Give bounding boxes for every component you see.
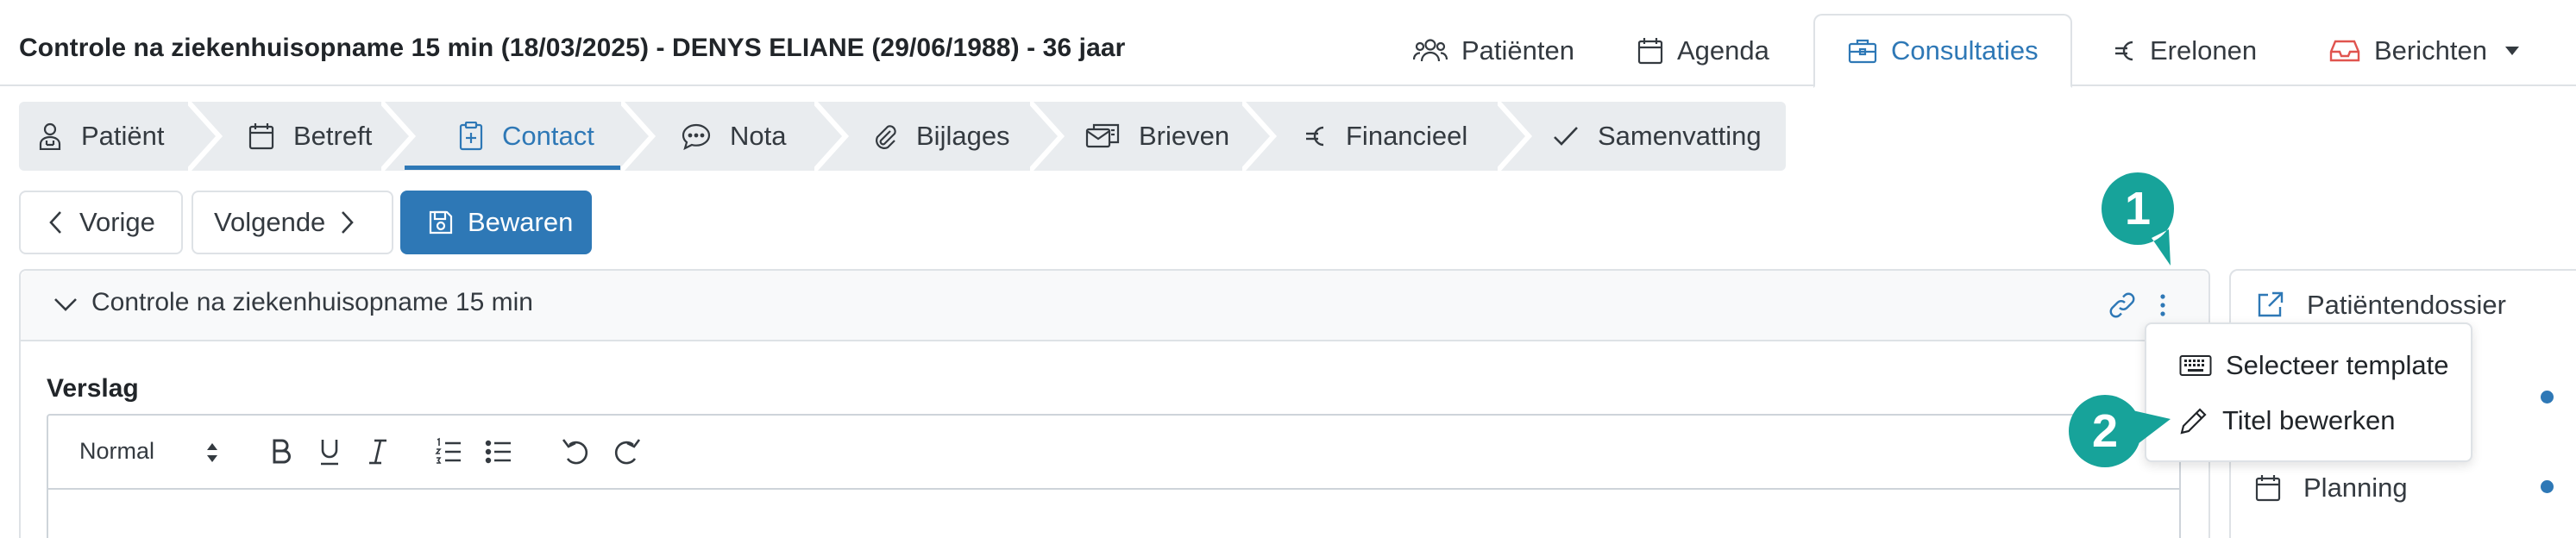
calendar-icon: [2255, 474, 2281, 502]
next-button[interactable]: Volgende: [192, 191, 393, 254]
bullet-list-icon[interactable]: [485, 436, 512, 467]
step-label: Nota: [730, 121, 787, 151]
italic-icon[interactable]: [366, 436, 390, 467]
page-title: Controle na ziekenhuisopname 15 min (18/…: [19, 34, 1126, 62]
step-separator: [1030, 102, 1065, 171]
annotation-number: 1: [2124, 183, 2152, 235]
section-label: Verslag: [47, 374, 139, 403]
panel-header[interactable]: Controle na ziekenhuisopname 15 min: [21, 271, 2208, 341]
step-betreft[interactable]: Betreft: [248, 102, 372, 171]
step-label: Bijlages: [916, 121, 1010, 151]
step-label: Contact: [502, 121, 594, 151]
menu-item-label: Selecteer template: [2226, 350, 2449, 380]
nav-tab-erelonen[interactable]: Erelonen: [2114, 14, 2257, 88]
save-button[interactable]: Bewaren: [400, 191, 592, 254]
step-samenvatting[interactable]: Samenvatting: [1553, 102, 1762, 171]
briefcase-icon: [1848, 38, 1877, 64]
step-separator: [621, 102, 657, 171]
chevron-left-icon: [48, 210, 62, 235]
euro-icon: [1304, 123, 1327, 149]
annotation-number: 2: [2091, 405, 2119, 457]
rich-text-editor[interactable]: Normal: [47, 414, 2181, 538]
nav-tab-patienten[interactable]: Patiënten: [1413, 14, 1574, 88]
editor-toolbar: Normal: [48, 416, 2179, 490]
nav-tab-label: Erelonen: [2150, 35, 2258, 66]
step-separator: [814, 102, 850, 171]
nav-tab-agenda[interactable]: Agenda: [1637, 14, 1769, 88]
nav-tab-consultaties[interactable]: Consultaties: [1813, 14, 2072, 88]
bold-icon[interactable]: [269, 436, 293, 467]
step-label: Financieel: [1346, 121, 1468, 151]
sort-arrows-icon[interactable]: [205, 441, 219, 464]
nav-tab-label: Agenda: [1677, 35, 1769, 66]
panel-title: Controle na ziekenhuisopname 15 min: [91, 288, 533, 316]
nav-tab-label: Consultaties: [1891, 35, 2039, 66]
status-dot: [2541, 480, 2554, 493]
inbox-icon: [2329, 39, 2360, 63]
step-label: Brieven: [1139, 121, 1230, 151]
menu-item-edit-title[interactable]: Titel bewerken: [2179, 405, 2395, 436]
chevron-down-icon[interactable]: [53, 297, 78, 312]
patient-icon: [38, 122, 62, 150]
step-nota[interactable]: Nota: [682, 102, 786, 171]
caret-down-icon[interactable]: [2504, 46, 2520, 56]
undo-icon[interactable]: [561, 436, 592, 467]
nav-tab-label: Berichten: [2374, 35, 2487, 66]
calendar-icon: [1637, 37, 1663, 65]
nav-tab-label: Patiënten: [1461, 35, 1574, 66]
format-select[interactable]: Normal: [79, 438, 154, 465]
annotation-badge-2: 2: [2069, 395, 2172, 467]
chat-icon: [682, 122, 711, 150]
panel-options-menu: Selecteer template Titel bewerken: [2145, 322, 2472, 462]
side-item-patientendossier[interactable]: Patiëntendossier: [2255, 290, 2506, 321]
clipboard-plus-icon: [459, 122, 483, 151]
step-bar: Patiënt Betreft Contact Nota Bijlages Br…: [19, 102, 1786, 171]
step-separator: [188, 102, 223, 171]
top-header: Controle na ziekenhuisopname 15 min (18/…: [0, 0, 2576, 88]
status-dot: [2541, 391, 2554, 404]
step-bijlages[interactable]: Bijlages: [871, 102, 1010, 171]
menu-item-select-template[interactable]: Selecteer template: [2179, 350, 2448, 381]
side-item-label: Patiëntendossier: [2307, 290, 2506, 320]
previous-button[interactable]: Vorige: [19, 191, 183, 254]
step-label: Betreft: [293, 121, 373, 151]
previous-label: Vorige: [79, 207, 155, 237]
next-label: Volgende: [214, 207, 326, 237]
euro-icon: [2114, 38, 2136, 64]
save-label: Bewaren: [468, 207, 574, 237]
check-icon: [1553, 125, 1579, 147]
link-icon[interactable]: [2107, 290, 2138, 321]
external-link-icon: [2255, 291, 2284, 320]
save-icon: [428, 210, 454, 235]
kebab-menu-icon[interactable]: [2158, 293, 2167, 317]
ordered-list-icon[interactable]: [435, 436, 462, 467]
step-contact[interactable]: Contact: [459, 102, 594, 171]
nav-tab-berichten[interactable]: Berichten: [2329, 14, 2520, 88]
keyboard-icon: [2179, 354, 2212, 377]
letters-icon: [1085, 122, 1120, 150]
underline-icon[interactable]: [317, 436, 342, 467]
users-icon: [1413, 38, 1448, 64]
side-item-label: Planning: [2303, 472, 2408, 503]
format-select-value: Normal: [79, 438, 155, 464]
step-patient[interactable]: Patiënt: [38, 102, 165, 171]
annotation-badge-1: 1: [2102, 172, 2174, 269]
step-brieven[interactable]: Brieven: [1085, 102, 1229, 171]
side-item-planning[interactable]: Planning: [2255, 472, 2408, 504]
step-label: Samenvatting: [1598, 121, 1762, 151]
menu-item-label: Titel bewerken: [2222, 405, 2396, 435]
pencil-icon: [2179, 406, 2208, 435]
calendar-icon: [248, 122, 274, 150]
step-separator: [1242, 102, 1278, 171]
active-step-indicator: [405, 166, 620, 170]
step-separator: [381, 102, 417, 171]
step-label: Patiënt: [81, 121, 165, 151]
redo-icon[interactable]: [611, 436, 642, 467]
paperclip-icon: [871, 122, 897, 150]
chevron-right-icon: [341, 210, 355, 235]
step-separator: [1498, 102, 1533, 171]
step-financieel[interactable]: Financieel: [1304, 102, 1467, 171]
